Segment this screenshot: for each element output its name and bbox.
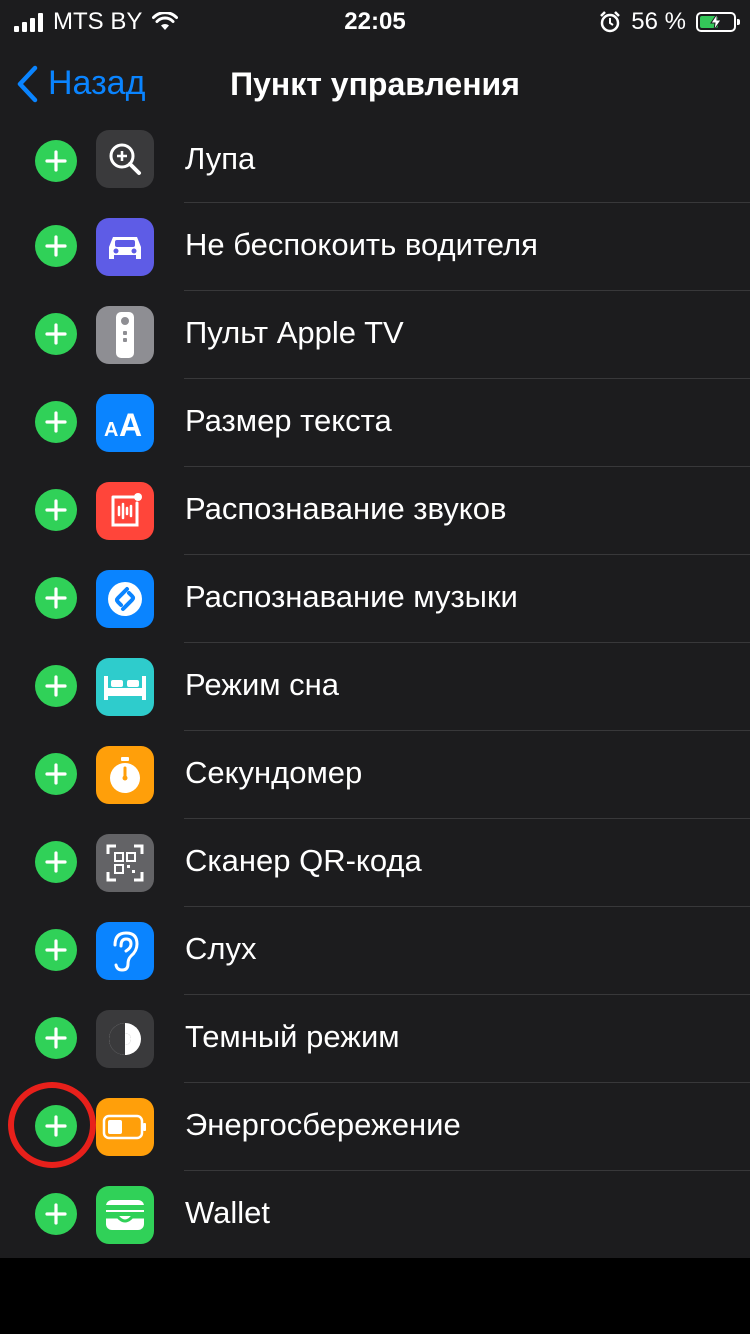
text-size-icon: AA xyxy=(96,394,154,452)
item-label: Режим сна xyxy=(185,667,340,702)
car-icon xyxy=(96,218,154,276)
item-label: Лупа xyxy=(185,141,256,176)
plus-icon xyxy=(45,675,67,697)
add-button[interactable] xyxy=(35,225,77,267)
list-item: Сканер QR-кода xyxy=(0,819,750,907)
list-item: Распознавание музыки xyxy=(0,555,750,643)
wallet-icon xyxy=(96,1186,154,1244)
battery-charging-icon xyxy=(696,12,740,32)
add-button[interactable] xyxy=(35,665,77,707)
add-button[interactable] xyxy=(35,841,77,883)
list-item: A A Размер текста xyxy=(0,379,750,467)
bottom-area xyxy=(0,1258,750,1334)
item-label: Пульт Apple TV xyxy=(185,315,404,350)
add-button[interactable] xyxy=(35,313,77,355)
bed-icon xyxy=(96,658,154,716)
remote-icon xyxy=(96,306,154,364)
add-button[interactable] xyxy=(35,489,77,531)
plus-icon xyxy=(45,1203,67,1225)
add-button[interactable] xyxy=(35,577,77,619)
add-button[interactable] xyxy=(35,140,77,182)
add-button[interactable] xyxy=(35,753,77,795)
list-item: Пульт Apple TV xyxy=(0,291,750,379)
list-item: Распознавание звуков xyxy=(0,467,750,555)
stopwatch-icon xyxy=(96,746,154,804)
plus-icon xyxy=(45,235,67,257)
add-button[interactable] xyxy=(35,929,77,971)
item-label: Распознавание звуков xyxy=(185,491,507,526)
list-item: Энергосбережение xyxy=(0,1083,750,1171)
list-item: Секундомер xyxy=(0,731,750,819)
add-button[interactable] xyxy=(35,401,77,443)
plus-icon xyxy=(45,939,67,961)
battery-percent: 56 % xyxy=(631,8,686,35)
item-label: Размер текста xyxy=(185,403,392,438)
plus-icon xyxy=(45,323,67,345)
plus-icon xyxy=(45,763,67,785)
add-button[interactable] xyxy=(35,1105,77,1147)
navigation-bar: Назад Пункт управления xyxy=(0,40,750,129)
add-button[interactable] xyxy=(35,1193,77,1235)
plus-icon xyxy=(45,411,67,433)
item-label: Темный режим xyxy=(185,1019,400,1054)
list-item: Темный режим xyxy=(0,995,750,1083)
add-button[interactable] xyxy=(35,1017,77,1059)
sound-recognition-icon xyxy=(96,482,154,540)
controls-list: Лупа Не беспокоить водителя Пульт Apple TV… xyxy=(0,128,750,1258)
svg-text:A: A xyxy=(119,407,142,440)
plus-icon xyxy=(45,851,67,873)
plus-icon xyxy=(45,1115,67,1137)
dark-mode-icon xyxy=(96,1010,154,1068)
list-item: Wallet xyxy=(0,1171,750,1258)
plus-icon xyxy=(45,587,67,609)
svg-text:A: A xyxy=(104,419,118,440)
alarm-icon xyxy=(600,11,621,33)
list-item: Режим сна xyxy=(0,643,750,731)
low-power-battery-icon xyxy=(96,1098,154,1156)
plus-icon xyxy=(45,150,67,172)
page-title: Пункт управления xyxy=(230,66,520,102)
shazam-icon xyxy=(96,570,154,628)
status-bar: MTS BY 22:05 56 % xyxy=(0,0,750,40)
plus-icon xyxy=(45,1027,67,1049)
list-item: Слух xyxy=(0,907,750,995)
ear-icon xyxy=(96,922,154,980)
item-label: Сканер QR-кода xyxy=(185,843,422,878)
status-right: 56 % xyxy=(599,8,740,36)
magnifier-icon xyxy=(96,130,154,188)
list-item: Не беспокоить водителя xyxy=(0,203,750,291)
item-label: Wallet xyxy=(185,1195,270,1230)
list-item: Лупа xyxy=(0,128,750,203)
qr-code-icon xyxy=(96,834,154,892)
item-label: Секундомер xyxy=(185,755,363,790)
item-label: Слух xyxy=(185,931,257,966)
item-label: Энергосбережение xyxy=(185,1107,461,1142)
item-label: Распознавание музыки xyxy=(185,579,518,614)
item-label: Не беспокоить водителя xyxy=(185,227,538,262)
plus-icon xyxy=(45,499,67,521)
